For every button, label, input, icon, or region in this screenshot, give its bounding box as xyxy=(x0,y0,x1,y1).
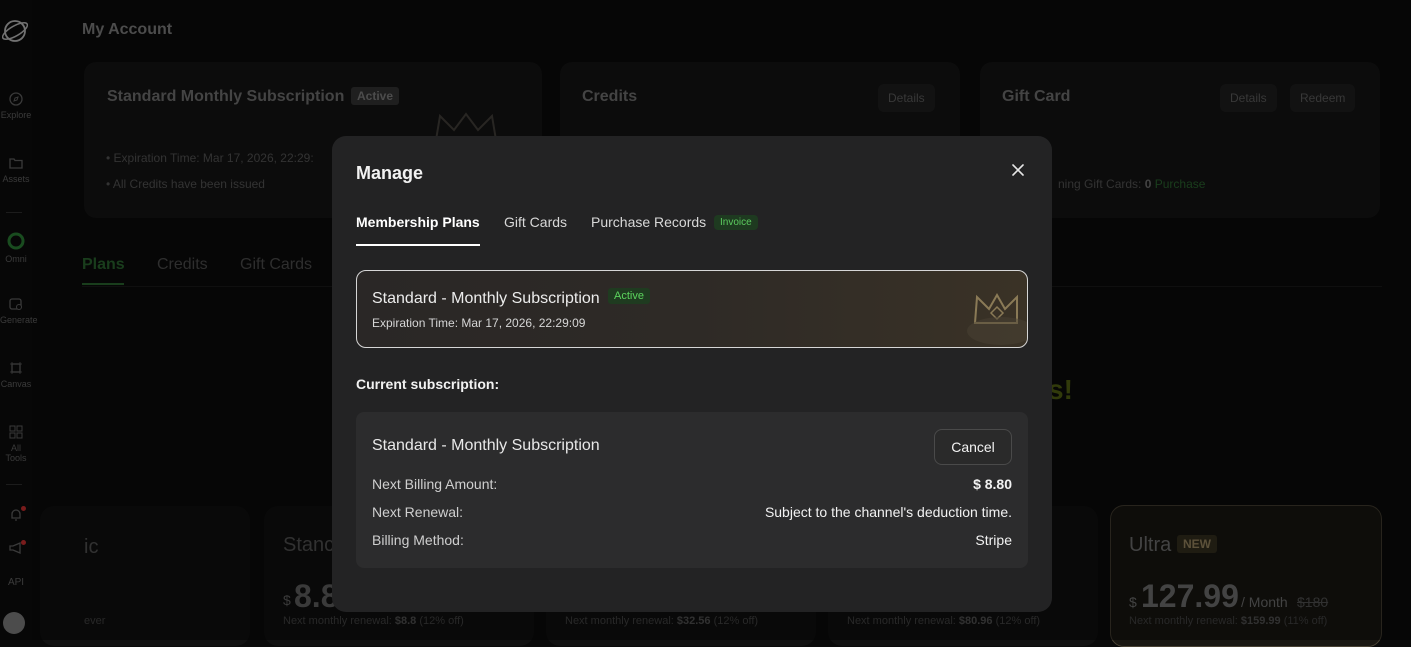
tab-underline xyxy=(356,244,480,246)
cancel-button[interactable]: Cancel xyxy=(934,429,1012,465)
current-subscription-label: Current subscription: xyxy=(356,376,500,392)
billing-method-value: Stripe xyxy=(975,532,1012,548)
close-icon xyxy=(1012,164,1024,176)
manage-modal: Manage Membership Plans Gift Cards Purch… xyxy=(332,136,1052,612)
subscription-name: Standard - Monthly Subscription xyxy=(372,437,600,454)
tab-membership-plans[interactable]: Membership Plans xyxy=(356,214,480,230)
status-badge: Active xyxy=(608,288,650,304)
billing-amount-label: Next Billing Amount: xyxy=(372,476,498,492)
tab-purchase-records[interactable]: Purchase Records xyxy=(591,214,706,230)
next-renewal-value: Subject to the channel's deduction time. xyxy=(764,504,1012,520)
billing-method-label: Billing Method: xyxy=(372,532,464,548)
crown-icon xyxy=(967,292,1027,345)
billing-amount-value: $ 8.80 xyxy=(973,476,1012,492)
tab-gift-cards[interactable]: Gift Cards xyxy=(504,214,567,230)
current-plan-name: Standard - Monthly Subscription xyxy=(372,290,600,307)
modal-title: Manage xyxy=(356,163,424,183)
current-plan-expiration: Expiration Time: Mar 17, 2026, 22:29:09 xyxy=(372,316,586,330)
current-plan-card: Standard - Monthly Subscription Active E… xyxy=(356,270,1028,348)
next-renewal-label: Next Renewal: xyxy=(372,504,464,520)
invoice-badge: Invoice xyxy=(714,215,758,230)
subscription-details: Standard - Monthly Subscription Cancel N… xyxy=(356,412,1028,568)
close-button[interactable] xyxy=(1006,158,1030,182)
